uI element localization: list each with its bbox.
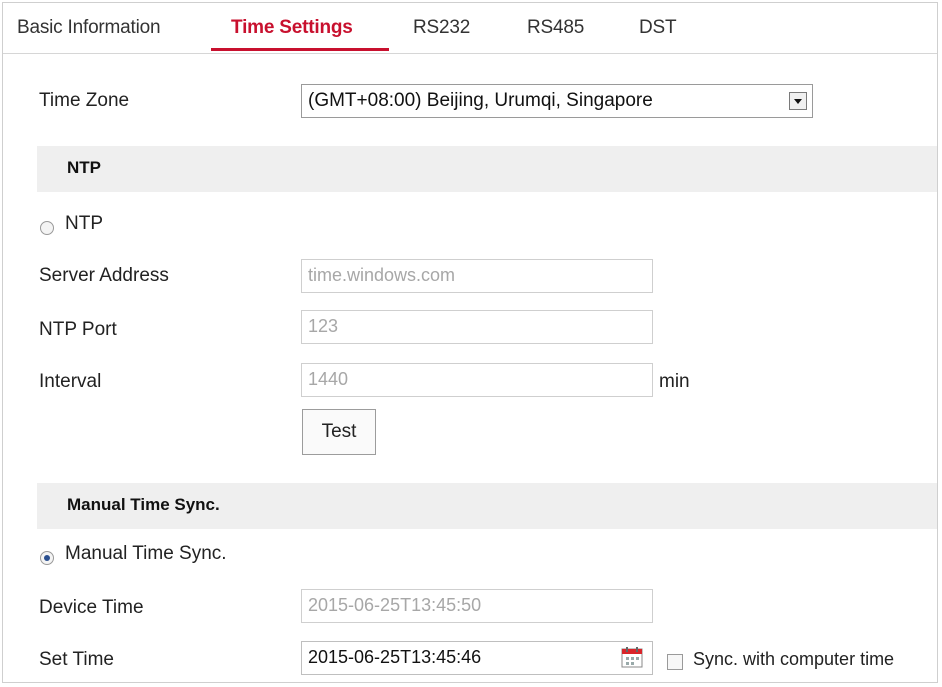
server-address-label: Server Address: [39, 265, 169, 286]
sync-with-computer-label: Sync. with computer time: [693, 649, 895, 669]
tab-bar: Basic Information Time Settings RS232 RS…: [3, 3, 937, 54]
ntp-section-title: NTP: [67, 158, 101, 177]
manual-sync-section-header: Manual Time Sync.: [37, 483, 937, 529]
interval-input[interactable]: 1440: [301, 363, 653, 397]
time-settings-panel: Basic Information Time Settings RS232 RS…: [2, 2, 938, 683]
tab-basic-information[interactable]: Basic Information: [17, 17, 161, 39]
ntp-section-header: NTP: [37, 146, 937, 192]
tab-time-settings[interactable]: Time Settings: [231, 17, 353, 39]
time-zone-label: Time Zone: [39, 90, 130, 111]
time-zone-select[interactable]: (GMT+08:00) Beijing, Urumqi, Singapore: [301, 84, 813, 118]
interval-label: Interval: [39, 371, 102, 392]
set-time-label: Set Time: [39, 649, 114, 670]
ntp-port-label: NTP Port: [39, 319, 117, 340]
active-tab-indicator: [211, 48, 389, 51]
manual-sync-radio-label: Manual Time Sync.: [65, 543, 227, 564]
ntp-radio-label: NTP: [65, 213, 103, 234]
manual-sync-section-title: Manual Time Sync.: [67, 495, 220, 514]
tab-rs485[interactable]: RS485: [527, 17, 584, 39]
time-zone-value: (GMT+08:00) Beijing, Urumqi, Singapore: [308, 90, 653, 111]
ntp-port-input[interactable]: 123: [301, 310, 653, 344]
tab-rs232[interactable]: RS232: [413, 17, 470, 39]
test-button[interactable]: Test: [302, 409, 376, 455]
manual-sync-radio[interactable]: [40, 551, 54, 565]
tab-dst[interactable]: DST: [639, 17, 677, 39]
device-time-label: Device Time: [39, 597, 144, 618]
interval-unit: min: [659, 371, 690, 392]
server-address-input[interactable]: time.windows.com: [301, 259, 653, 293]
sync-with-computer-checkbox[interactable]: [667, 654, 683, 670]
set-time-input[interactable]: 2015-06-25T13:45:46: [301, 641, 653, 675]
chevron-down-icon[interactable]: [789, 92, 807, 110]
ntp-radio[interactable]: [40, 221, 54, 235]
calendar-icon[interactable]: [620, 645, 644, 669]
device-time-field: 2015-06-25T13:45:50: [301, 589, 653, 623]
